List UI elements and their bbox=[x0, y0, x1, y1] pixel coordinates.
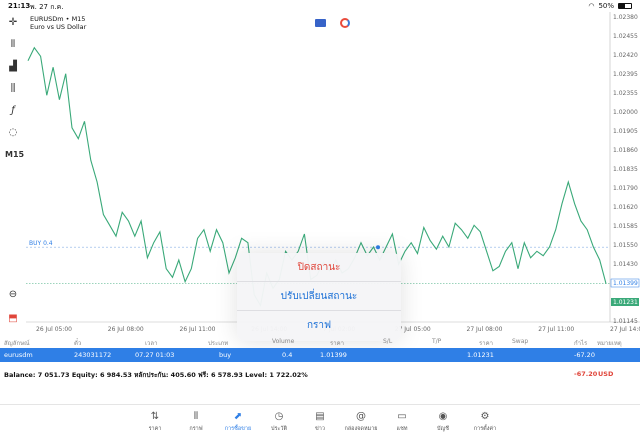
price-tick-label: 1.01905 bbox=[613, 128, 638, 135]
nav-history[interactable]: ◷ ประวัติ bbox=[259, 410, 299, 433]
price-tick-label: 1.01860 bbox=[613, 147, 638, 154]
nav-label: การตั้งค่า bbox=[473, 426, 497, 432]
timeframe-button[interactable]: M15 bbox=[5, 148, 24, 162]
row-volume: 0.4 bbox=[282, 351, 293, 359]
chart-toolbar: ✛ ⫴ ▟ ⫼ ƒ ◌ M15 ⊖ ⬒ bbox=[0, 14, 26, 334]
nav-label: ราคา bbox=[148, 426, 162, 432]
nav-label: การซื้อขาย bbox=[224, 426, 252, 432]
clock-time: 21:13 bbox=[8, 2, 31, 10]
status-right: ◠ 50% bbox=[588, 2, 632, 10]
row-ticket: 243031172 bbox=[74, 351, 112, 359]
price-tick-label: 1.01145 bbox=[613, 318, 638, 325]
crosshair-icon[interactable]: ✛ bbox=[5, 16, 21, 30]
price-tick-label: 1.01790 bbox=[613, 185, 638, 192]
nav-account[interactable]: ◉ บัญชี bbox=[423, 410, 463, 433]
modify-position-button[interactable]: ปรับเปลี่ยนสถานะ bbox=[237, 282, 401, 311]
wifi-icon: ◠ bbox=[588, 2, 595, 10]
nav-news[interactable]: ▤ ข่าว bbox=[300, 410, 340, 433]
time-tick-label: 26 Jul 11:00 bbox=[180, 326, 216, 333]
entry-point-marker bbox=[376, 245, 380, 250]
indicators-icon[interactable]: ▟ bbox=[5, 60, 21, 74]
battery-fill bbox=[619, 4, 625, 8]
price-tick-label: 1.01550 bbox=[613, 242, 638, 249]
col-swap: Swap bbox=[512, 338, 529, 345]
battery-percent: 50% bbox=[598, 2, 614, 10]
quotes-icon: ⇅ bbox=[150, 411, 160, 422]
close-position-button[interactable]: ปิดสถานะ bbox=[237, 253, 401, 282]
trade-icon[interactable]: ⬒ bbox=[5, 312, 21, 326]
time-tick-label: 27 Jul 14:00 bbox=[610, 326, 640, 333]
news-icon: ▤ bbox=[315, 411, 325, 422]
price-tick-label: 1.01399 bbox=[613, 280, 638, 287]
nav-label: แชท bbox=[396, 426, 408, 432]
mailbox-icon: @ bbox=[356, 411, 366, 422]
nav-label: กล่องจดหมาย bbox=[344, 426, 378, 432]
shapes-icon[interactable]: ◌ bbox=[5, 126, 21, 140]
nav-label: กราฟ bbox=[189, 426, 203, 432]
total-profit: -67.20 bbox=[574, 370, 598, 378]
settings-sliders-icon[interactable]: ⫼ bbox=[5, 82, 21, 96]
nav-label: ประวัติ bbox=[270, 426, 288, 432]
balance-summary: Balance: 7 051.73 Equity: 6 984.53 หลักป… bbox=[0, 368, 640, 380]
trade-icon: ⬈ bbox=[233, 411, 243, 422]
buy-level-label: BUY 0.4 bbox=[29, 240, 53, 247]
col-open-price: ราคา bbox=[330, 340, 344, 347]
nav-settings[interactable]: ⚙ การตั้งค่า bbox=[465, 410, 505, 433]
col-tp: T/P bbox=[432, 338, 442, 345]
col-ticket: ตั๋ว bbox=[74, 340, 82, 347]
row-time: 07.27 01:03 bbox=[135, 351, 175, 359]
row-profit: -67.20 bbox=[574, 351, 595, 359]
price-tick-label: 1.01430 bbox=[613, 261, 638, 268]
row-symbol: eurusdm bbox=[4, 351, 33, 359]
settings-icon: ⚙ bbox=[480, 411, 490, 422]
time-tick-label: 27 Jul 11:00 bbox=[538, 326, 574, 333]
price-tick-label: 1.01231 bbox=[613, 299, 638, 306]
price-tick-label: 1.02420 bbox=[613, 52, 638, 59]
col-comment: หมายเหตุ bbox=[597, 340, 622, 347]
zoom-icon[interactable]: ⊖ bbox=[5, 288, 21, 302]
price-tick-label: 1.01620 bbox=[613, 204, 638, 211]
price-tick-label: 1.02395 bbox=[613, 71, 638, 78]
nav-quotes[interactable]: ⇅ ราคา bbox=[135, 410, 175, 433]
col-type: ประเภท bbox=[208, 340, 229, 347]
nav-mailbox[interactable]: @ กล่องจดหมาย bbox=[341, 410, 381, 433]
price-tick-label: 1.02355 bbox=[613, 90, 638, 97]
chart-icon: ⫴ bbox=[193, 411, 199, 422]
function-icon[interactable]: ƒ bbox=[5, 104, 21, 118]
chat-icon: ▭ bbox=[397, 411, 407, 422]
candles-icon[interactable]: ⫴ bbox=[5, 38, 21, 52]
row-type: buy bbox=[219, 351, 232, 359]
nav-chat[interactable]: ▭ แชท bbox=[382, 410, 422, 433]
position-action-menu: ปิดสถานะ ปรับเปลี่ยนสถานะ กราฟ bbox=[237, 253, 401, 341]
price-tick-label: 1.02000 bbox=[613, 109, 638, 116]
row-open-price: 1.01399 bbox=[320, 351, 347, 359]
price-tick-label: 1.02455 bbox=[613, 33, 638, 40]
col-time: เวลา bbox=[145, 340, 158, 347]
nav-trade[interactable]: ⬈ การซื้อขาย bbox=[218, 410, 258, 433]
nav-label: บัญชี bbox=[437, 426, 449, 432]
account-icon: ◉ bbox=[438, 411, 448, 422]
col-sl: S/L bbox=[383, 338, 393, 345]
col-profit: กำไร bbox=[574, 340, 588, 347]
col-symbol: สัญลักษณ์ bbox=[4, 340, 30, 347]
nav-chart[interactable]: ⫴ กราฟ bbox=[176, 410, 216, 433]
price-tick-label: 1.01585 bbox=[613, 223, 638, 230]
history-icon: ◷ bbox=[274, 411, 284, 422]
price-tick-label: 1.02380 bbox=[613, 14, 638, 21]
battery-icon bbox=[618, 3, 632, 9]
positions-table-header: สัญลักษณ์ ตั๋ว เวลา ประเภท Volume ราคา S… bbox=[0, 336, 640, 348]
col-volume: Volume bbox=[272, 338, 295, 345]
balance-text: Balance: 7 051.73 Equity: 6 984.53 หลักป… bbox=[4, 371, 308, 379]
currency-label: USD bbox=[598, 370, 614, 378]
time-tick-label: 26 Jul 08:00 bbox=[108, 326, 144, 333]
bottom-navigation: ⇅ ราคา ⫴ กราฟ ⬈ การซื้อขาย ◷ ประวัติ ▤ ข… bbox=[0, 404, 640, 447]
row-price: 1.01231 bbox=[467, 351, 494, 359]
time-tick-label: 27 Jul 08:00 bbox=[467, 326, 503, 333]
price-tick-label: 1.01835 bbox=[613, 166, 638, 173]
table-row[interactable]: eurusdm 243031172 07.27 01:03 buy 0.4 1.… bbox=[0, 348, 640, 362]
col-price: ราคา bbox=[479, 340, 493, 347]
nav-label: ข่าว bbox=[315, 426, 325, 432]
time-tick-label: 26 Jul 05:00 bbox=[36, 326, 72, 333]
status-bar: 21:13 พ. 27 ก.ค. ◠ 50% bbox=[0, 0, 640, 12]
